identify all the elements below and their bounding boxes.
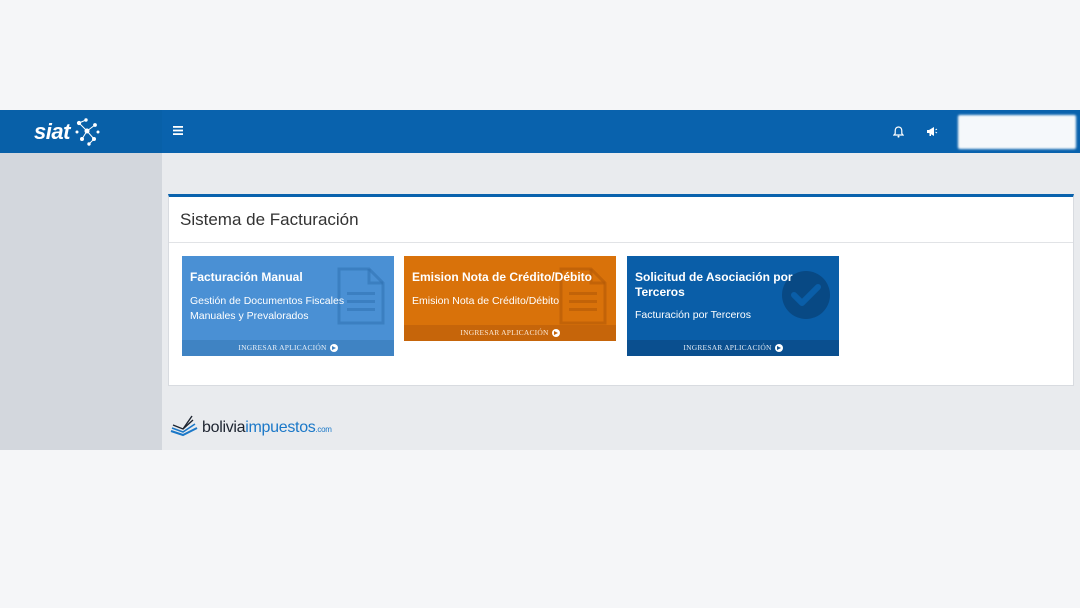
- arrow-circle-right-icon: [329, 344, 338, 352]
- tile-subtitle: Emision Nota de Crédito/Débito: [412, 295, 560, 307]
- main-content: Sistema de Facturación Facturación Manua…: [162, 153, 1080, 450]
- header-actions: [890, 110, 1080, 153]
- panel-title: Sistema de Facturación: [180, 210, 359, 229]
- logo-part-bolivia: bolivia: [202, 419, 246, 436]
- tile-action-label: INGRESAR APLICACIÓN: [460, 328, 549, 337]
- tile-action-label: INGRESAR APLICACIÓN: [238, 343, 327, 352]
- arrow-circle-right-icon: [774, 344, 783, 352]
- facturacion-panel: Sistema de Facturación Facturación Manua…: [168, 194, 1074, 386]
- siat-network-icon: [75, 117, 100, 146]
- tile-facturacion-manual[interactable]: Facturación Manual Gestión de Documentos…: [182, 256, 394, 356]
- tile-emision-nota[interactable]: Emision Nota de Crédito/Débito Emision N…: [404, 256, 616, 341]
- megaphone-icon[interactable]: [924, 124, 940, 140]
- ingresar-aplicacion-link[interactable]: INGRESAR APLICACIÓN: [404, 325, 616, 341]
- panel-divider: [169, 242, 1073, 243]
- ingresar-aplicacion-link[interactable]: INGRESAR APLICACIÓN: [182, 340, 394, 356]
- app-window: siat Sistema de Facturación Facturación …: [0, 110, 1080, 450]
- tile-title: Facturación Manual: [190, 270, 303, 284]
- footer-logo-text: boliviaimpuestos.com: [202, 419, 332, 437]
- user-menu[interactable]: [958, 114, 1076, 149]
- tile-solicitud-asociacion[interactable]: Solicitud de Asociación por Terceros Fac…: [627, 256, 839, 356]
- logo-part-com: .com: [315, 425, 332, 434]
- tile-subtitle: Gestión de Documentos Fiscales Manuales …: [190, 295, 345, 322]
- brand-name: siat: [34, 118, 70, 144]
- tile-action-label: INGRESAR APLICACIÓN: [683, 343, 772, 352]
- brand-logo[interactable]: siat: [0, 110, 162, 153]
- ingresar-aplicacion-link[interactable]: INGRESAR APLICACIÓN: [627, 340, 839, 356]
- top-bar: siat: [0, 110, 1080, 153]
- logo-part-impuestos: impuestos: [245, 419, 316, 436]
- bell-icon[interactable]: [890, 124, 906, 140]
- sidebar: [0, 153, 162, 450]
- tile-title: Solicitud de Asociación por Terceros: [635, 270, 793, 299]
- tile-subtitle: Facturación por Terceros: [635, 309, 751, 321]
- bolivia-impuestos-logo[interactable]: boliviaimpuestos.com: [170, 415, 332, 437]
- arrow-circle-right-icon: [551, 329, 560, 337]
- tile-title: Emision Nota de Crédito/Débito: [412, 270, 593, 284]
- hamburger-menu-icon[interactable]: [173, 123, 183, 137]
- open-book-icon: [170, 415, 198, 437]
